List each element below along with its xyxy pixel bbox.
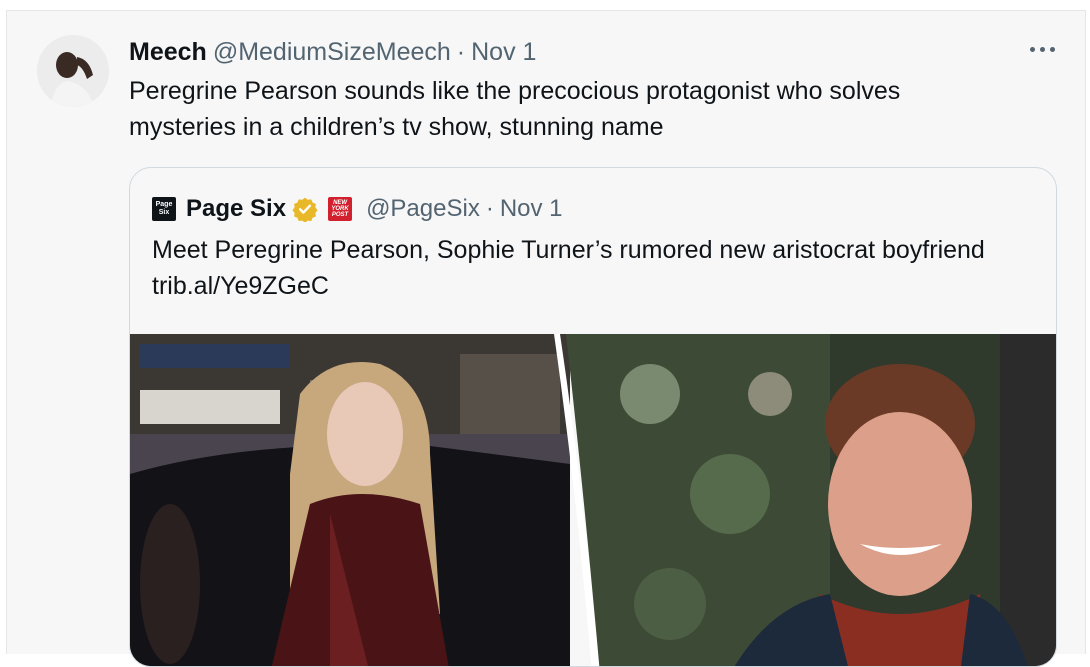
tweet-card[interactable]: Meech @MediumSizeMeech · Nov 1 Peregrine… <box>6 10 1086 667</box>
page-six-logo[interactable]: Page Six <box>152 197 176 221</box>
quoted-author-name[interactable]: Page Six <box>186 195 286 223</box>
logo-line: Six <box>158 209 170 216</box>
gold-verified-badge-icon[interactable] <box>292 196 318 222</box>
quoted-author-handle[interactable]: @PageSix <box>366 195 480 223</box>
new-york-post-affiliate-icon[interactable]: NEW YORK POST <box>328 197 353 221</box>
separator-dot: · <box>485 195 494 222</box>
author-handle[interactable]: @MediumSizeMeech <box>213 38 451 67</box>
separator-dot: · <box>456 37 466 66</box>
quoted-tweet-image[interactable] <box>130 334 1056 666</box>
logo-line: Page <box>155 201 173 208</box>
tweet-text: Peregrine Pearson sounds like the precoc… <box>129 77 901 141</box>
more-horizontal-icon[interactable] <box>1030 47 1055 52</box>
author-name[interactable]: Meech <box>129 38 207 67</box>
tweet-header: Meech @MediumSizeMeech · Nov 1 <box>129 35 536 69</box>
quoted-tweet-date[interactable]: Nov 1 <box>500 195 563 223</box>
quoted-tweet-header: Page Six Page Six NEW YORK POST @PageSix… <box>152 194 563 224</box>
affiliate-logo-line: POST <box>331 212 349 218</box>
tweet-date[interactable]: Nov 1 <box>471 38 536 67</box>
avatar[interactable] <box>37 35 109 107</box>
quoted-tweet[interactable]: Page Six Page Six NEW YORK POST @PageSix… <box>129 167 1057 667</box>
quoted-tweet-text: Meet Peregrine Pearson, Sophie Turner’s … <box>152 236 985 300</box>
